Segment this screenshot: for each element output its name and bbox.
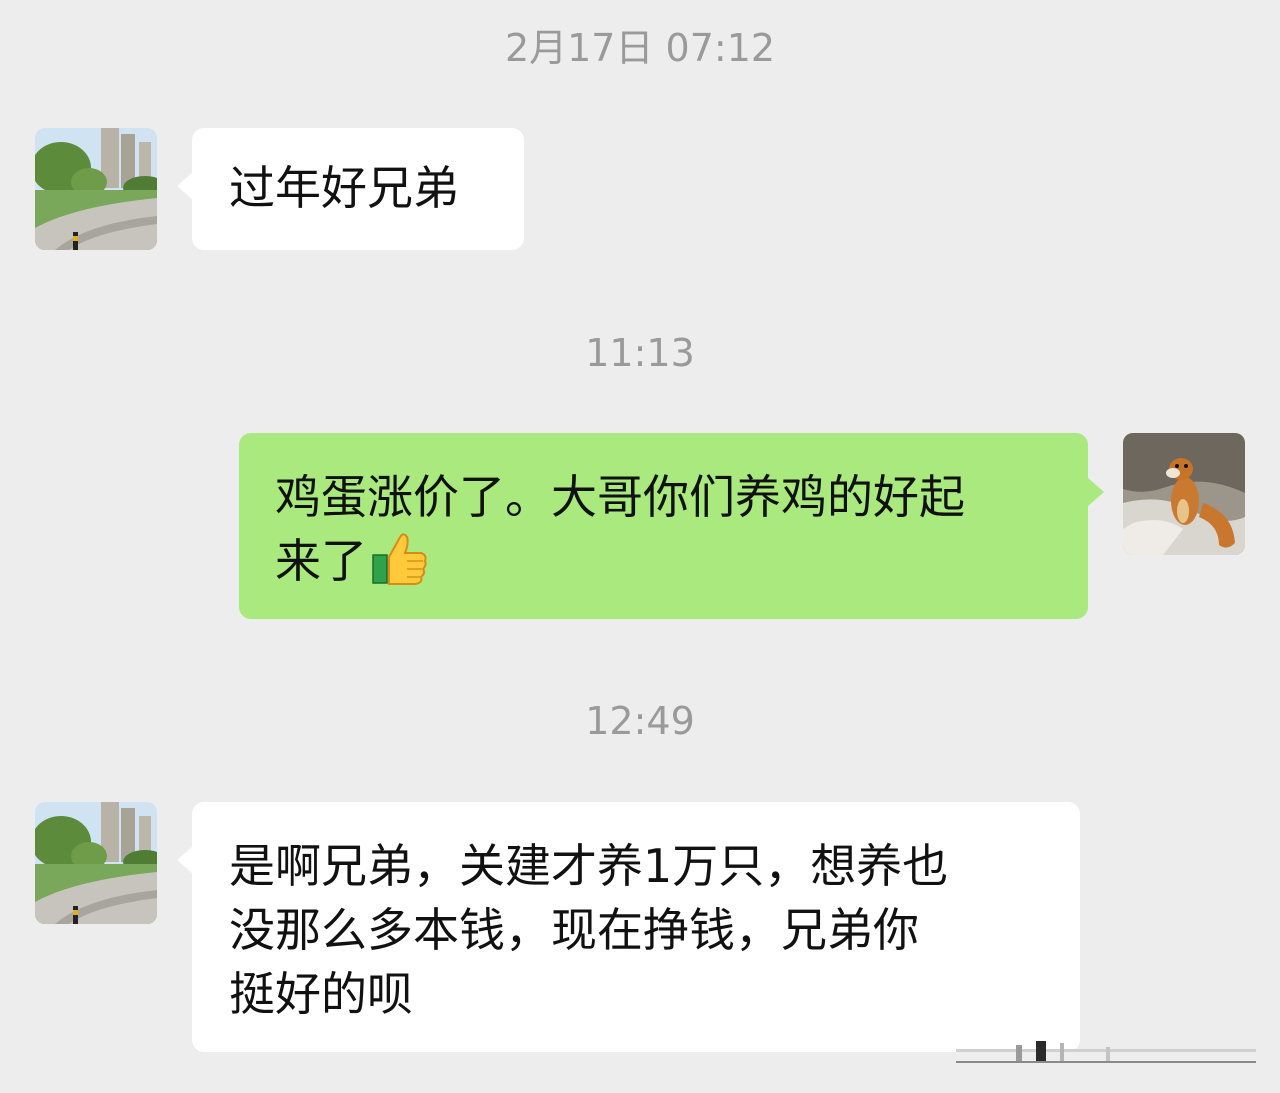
timestamp: 2月17日 07:12 [504,26,776,70]
bubble-tail [177,846,193,874]
message-text: 是啊兄弟，关建才养1万只，想养也 没那么多本钱，现在挣钱，兄弟你 挺好的呗 [229,839,949,1021]
incoming-message[interactable]: 是啊兄弟，关建才养1万只，想养也 没那么多本钱，现在挣钱，兄弟你 挺好的呗 [192,802,1080,1052]
incoming-message[interactable]: 过年好兄弟 [192,128,524,250]
message-text: 过年好兄弟 [229,161,459,215]
contact-avatar[interactable] [35,128,157,250]
watermark [956,1041,1256,1063]
self-avatar[interactable] [1123,433,1245,555]
timestamp: 12:49 [585,699,695,743]
contact-avatar[interactable] [35,802,157,924]
thumbs-up-icon [371,529,429,603]
timestamp: 11:13 [585,331,695,375]
bubble-tail [177,172,193,200]
outgoing-message[interactable]: 鸡蛋涨价了。大哥你们养鸡的好起 来了 [239,433,1088,619]
weasel-avatar-image [1123,433,1245,555]
park-avatar-image [35,128,157,250]
bubble-tail [1088,478,1104,506]
park-avatar-image [35,802,157,924]
